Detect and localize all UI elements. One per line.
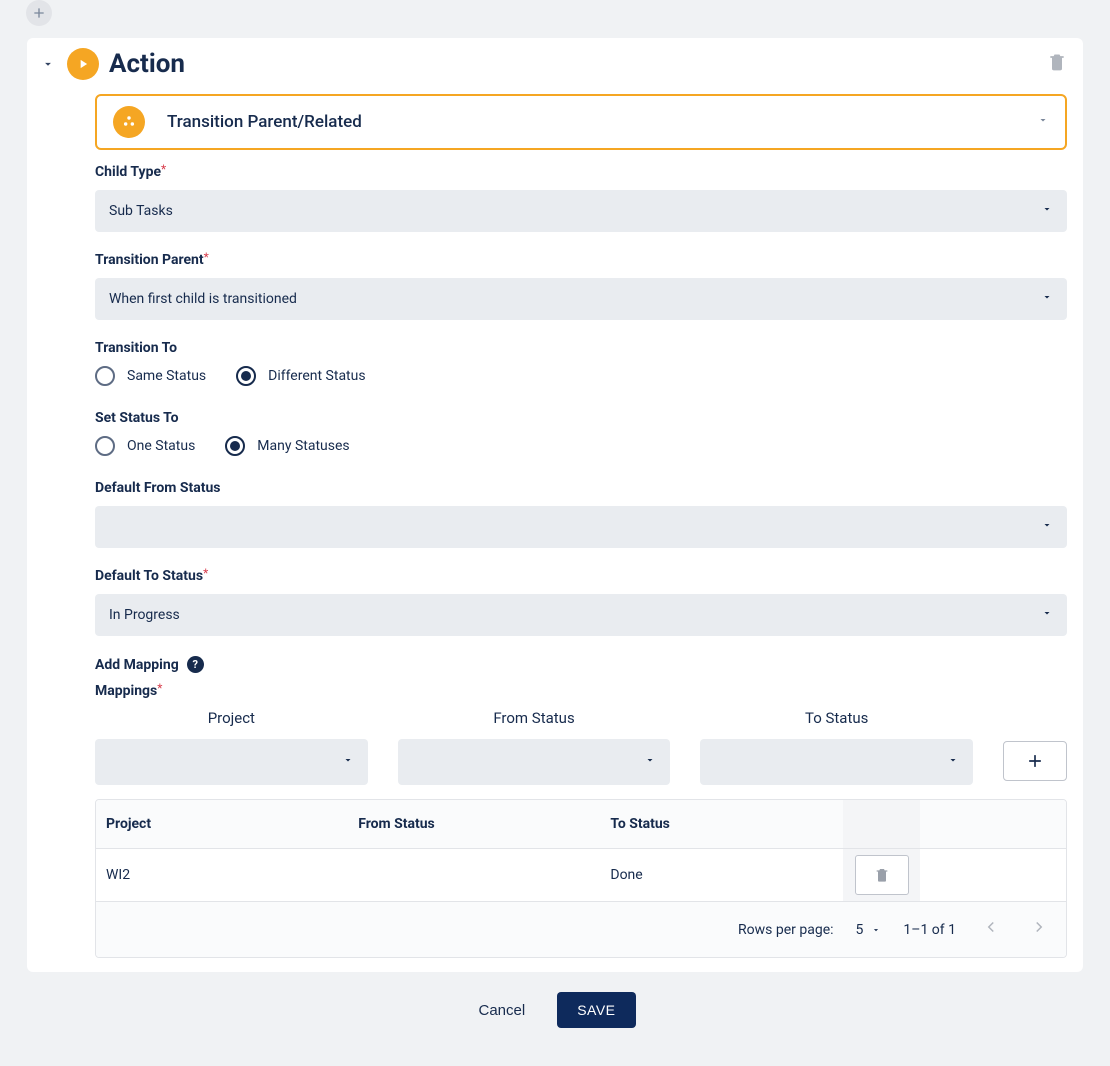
delete-action-button[interactable] bbox=[1043, 48, 1071, 80]
default-from-status-label: Default From Status bbox=[95, 480, 1067, 496]
transition-to-label: Transition To bbox=[95, 340, 1067, 356]
add-mapping-button[interactable] bbox=[1003, 741, 1067, 781]
action-type-icon bbox=[113, 106, 145, 138]
chevron-down-icon bbox=[947, 754, 959, 770]
radio-different-status[interactable]: Different Status bbox=[236, 366, 365, 386]
transition-to-radios: Same Status Different Status bbox=[95, 366, 1067, 386]
help-icon[interactable]: ? bbox=[187, 656, 204, 673]
chevron-down-icon bbox=[644, 754, 656, 770]
cell-to: Done bbox=[600, 851, 843, 899]
rows-per-page-select[interactable]: 5 bbox=[856, 922, 882, 938]
add-step-button[interactable] bbox=[26, 0, 52, 26]
radio-icon bbox=[95, 366, 115, 386]
table-header-actions bbox=[843, 800, 921, 848]
cell-project: WI2 bbox=[96, 851, 348, 899]
action-type-label: Transition Parent/Related bbox=[167, 112, 362, 132]
transition-parent-label: Transition Parent* bbox=[95, 252, 1067, 268]
radio-icon bbox=[236, 366, 256, 386]
table-header-to: To Status bbox=[600, 800, 843, 848]
default-from-status-select[interactable] bbox=[95, 506, 1067, 548]
default-to-status-label: Default To Status* bbox=[95, 568, 1067, 584]
pager-prev[interactable] bbox=[978, 914, 1004, 945]
pager-next[interactable] bbox=[1026, 914, 1052, 945]
new-mapping-from-select[interactable] bbox=[398, 739, 671, 785]
chevron-down-icon bbox=[1037, 114, 1049, 130]
child-type-label: Child Type* bbox=[95, 164, 1067, 180]
child-type-select[interactable]: Sub Tasks bbox=[95, 190, 1067, 232]
cell-from bbox=[348, 859, 600, 891]
delete-mapping-button[interactable] bbox=[855, 855, 909, 895]
action-card: Action Transition Parent/Related Child bbox=[27, 38, 1083, 972]
chevron-down-icon bbox=[1041, 519, 1053, 535]
cancel-button[interactable]: Cancel bbox=[474, 994, 529, 1027]
radio-icon bbox=[95, 436, 115, 456]
mapping-col-to: To Status bbox=[805, 709, 868, 727]
new-mapping-project-select[interactable] bbox=[95, 739, 368, 785]
collapse-toggle[interactable] bbox=[39, 55, 57, 73]
card-title: Action bbox=[109, 49, 185, 79]
action-icon bbox=[67, 48, 99, 80]
radio-one-status[interactable]: One Status bbox=[95, 436, 195, 456]
chevron-down-icon bbox=[1041, 291, 1053, 307]
table-header-from: From Status bbox=[348, 800, 600, 848]
save-button[interactable]: SAVE bbox=[557, 992, 635, 1028]
action-type-select[interactable]: Transition Parent/Related bbox=[95, 94, 1067, 150]
table-header-project: Project bbox=[96, 800, 348, 848]
default-to-status-select[interactable]: In Progress bbox=[95, 594, 1067, 636]
set-status-to-radios: One Status Many Statuses bbox=[95, 436, 1067, 456]
mapping-col-from: From Status bbox=[493, 709, 574, 727]
chevron-down-icon bbox=[1041, 203, 1053, 219]
rows-per-page-label: Rows per page: bbox=[738, 922, 833, 938]
chevron-down-icon bbox=[1041, 607, 1053, 623]
radio-same-status[interactable]: Same Status bbox=[95, 366, 206, 386]
table-header-spacer bbox=[920, 800, 1066, 848]
mappings-label: Mappings* bbox=[95, 683, 1067, 699]
new-mapping-to-select[interactable] bbox=[700, 739, 973, 785]
set-status-to-label: Set Status To bbox=[95, 410, 1067, 426]
add-mapping-heading: Add Mapping ? bbox=[95, 656, 1067, 673]
radio-many-statuses[interactable]: Many Statuses bbox=[225, 436, 349, 456]
chevron-down-icon bbox=[342, 754, 354, 770]
transition-parent-select[interactable]: When first child is transitioned bbox=[95, 278, 1067, 320]
mappings-table: Project From Status To Status WI2 Done bbox=[95, 799, 1067, 958]
pager-range: 1–1 of 1 bbox=[903, 922, 956, 938]
mapping-col-project: Project bbox=[208, 709, 255, 727]
radio-icon bbox=[225, 436, 245, 456]
table-row: WI2 Done bbox=[96, 849, 1066, 902]
